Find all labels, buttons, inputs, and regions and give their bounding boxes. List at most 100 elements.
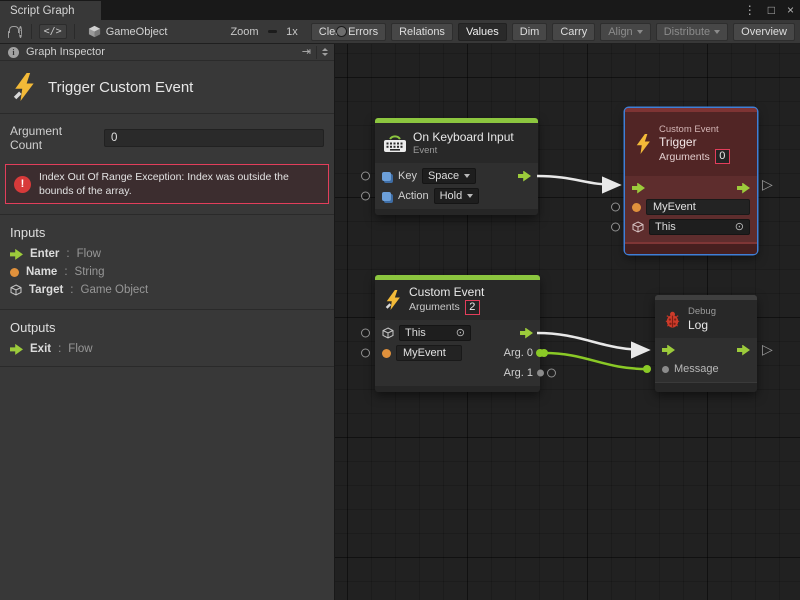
arg0-output-port[interactable] — [536, 349, 544, 357]
zoom-slider[interactable] — [268, 30, 278, 33]
wire-keyboard-to-trigger[interactable] — [537, 176, 618, 185]
message-input-port[interactable] — [662, 366, 669, 373]
node-header[interactable]: Debug Log — [655, 300, 757, 338]
window-menu-icon[interactable]: ⋮ — [744, 4, 756, 16]
node-kind: Debug — [688, 306, 716, 317]
arg1-output-port[interactable] — [537, 370, 544, 377]
tab-script-graph[interactable]: Script Graph — [0, 1, 101, 20]
error-icon: ! — [14, 176, 31, 193]
flow-port-icon — [10, 249, 23, 260]
overview-button[interactable]: Overview — [733, 23, 795, 41]
node-footer — [625, 242, 757, 254]
node-title: Custom Event — [409, 285, 484, 299]
window-controls: ⋮ □ × — [744, 0, 794, 20]
bug-icon — [663, 310, 682, 329]
target-dropdown[interactable]: This ⊙ — [649, 219, 750, 235]
values-button[interactable]: Values — [458, 23, 507, 41]
zoom-label: Zoom — [230, 26, 258, 38]
node-header[interactable]: Custom Event Trigger Arguments 0 — [625, 112, 757, 176]
output-port-exit: Exit : Flow — [0, 340, 334, 358]
flow-input-port[interactable] — [632, 183, 645, 194]
unity-script-graph-window: Script Graph ⋮ □ × i </> GameObject Zoom… — [0, 0, 800, 600]
input-port-circle[interactable] — [611, 203, 620, 212]
inspect-icon[interactable]: i — [19, 26, 22, 38]
chevron-down-icon — [464, 174, 470, 178]
argument-count-label: Argument Count — [10, 124, 96, 152]
event-name-field[interactable]: MyEvent — [646, 199, 750, 215]
zoom-slider-handle[interactable] — [336, 26, 347, 37]
flow-output-port[interactable] — [518, 171, 531, 182]
input-port-enter: Enter : Flow — [0, 245, 334, 263]
flow-row — [655, 341, 757, 359]
action-dropdown[interactable]: Hold — [434, 188, 480, 204]
event-name-row: MyEvent — [625, 197, 757, 217]
node-header[interactable]: On Keyboard Input Event — [375, 123, 538, 163]
target-row: This ⊙ — [375, 323, 540, 343]
arg0-label: Arg. 0 — [504, 347, 533, 359]
dim-button[interactable]: Dim — [512, 23, 548, 41]
string-port-icon — [382, 349, 391, 358]
key-dropdown[interactable]: Space — [422, 168, 476, 184]
custom-event-bolt-icon — [10, 73, 38, 101]
node-kind: Custom Event — [659, 124, 730, 135]
object-picker-icon[interactable]: ⊙ — [456, 328, 465, 339]
object-picker-icon[interactable]: ⊙ — [735, 222, 744, 233]
node-on-keyboard-input[interactable]: On Keyboard Input Event Key Space — [375, 118, 538, 215]
input-port-circle[interactable] — [361, 172, 370, 181]
argument-count-input[interactable] — [104, 129, 324, 147]
maximize-icon[interactable]: □ — [768, 4, 775, 16]
carry-button[interactable]: Carry — [552, 23, 595, 41]
inputs-heading: Inputs — [0, 215, 334, 245]
wire-customevent-to-debug[interactable] — [537, 333, 647, 350]
gameobject-chip[interactable]: GameObject — [82, 23, 174, 41]
node-footer — [655, 382, 757, 392]
wire-arg0-to-message[interactable] — [544, 353, 647, 369]
clear-errors-button[interactable]: Clear Errors — [311, 23, 386, 41]
event-name-arg0-row: MyEvent Arg. 0 — [375, 343, 540, 363]
flow-input-port[interactable] — [662, 345, 675, 356]
action-icon — [382, 192, 391, 201]
distribute-button[interactable]: Distribute — [656, 23, 728, 41]
node-custom-event[interactable]: Custom Event Arguments 2 — [375, 275, 540, 392]
node-footer — [375, 386, 540, 392]
panel-scroll-buttons[interactable] — [316, 46, 328, 59]
arguments-count-badge[interactable]: 2 — [465, 300, 480, 315]
graph-inspector-panel: i Graph Inspector ⇥ Trigger Custom Event… — [0, 44, 335, 600]
chevron-down-icon — [714, 30, 720, 34]
input-port-circle[interactable] — [611, 223, 620, 232]
flow-output-port[interactable] — [737, 183, 750, 194]
input-port-circle[interactable] — [361, 349, 370, 358]
action-port-row: Action Hold — [375, 186, 538, 206]
unit-title: Trigger Custom Event — [48, 79, 193, 96]
relations-button[interactable]: Relations — [391, 23, 453, 41]
close-icon[interactable]: × — [787, 4, 794, 16]
play-indicator-icon: ▷ — [762, 177, 773, 191]
tab-title: Script Graph — [10, 5, 75, 17]
input-port-circle[interactable] — [361, 192, 370, 201]
input-port-circle[interactable] — [361, 329, 370, 338]
lock-icon[interactable] — [8, 31, 9, 38]
input-port-target: Target : Game Object — [0, 281, 334, 299]
graph-canvas[interactable]: On Keyboard Input Event Key Space — [335, 44, 800, 600]
flow-output-port[interactable] — [737, 345, 750, 356]
edit-script-icon[interactable]: </> — [39, 24, 67, 39]
node-trigger-custom-event[interactable]: Custom Event Trigger Arguments 0 — [625, 108, 757, 254]
flow-output-port[interactable] — [520, 328, 533, 339]
target-dropdown[interactable]: This ⊙ — [399, 325, 471, 341]
message-label: Message — [674, 363, 719, 375]
node-header[interactable]: Custom Event Arguments 2 — [375, 280, 540, 320]
keyboard-input-icon — [383, 133, 407, 153]
key-label: Key — [398, 170, 417, 182]
node-title: Log — [688, 318, 716, 332]
error-message-box: ! Index Out Of Range Exception: Index wa… — [5, 164, 329, 204]
arguments-count-badge[interactable]: 0 — [715, 149, 730, 164]
event-name-field[interactable]: MyEvent — [396, 345, 462, 361]
align-button[interactable]: Align — [600, 23, 650, 41]
node-debug-log[interactable]: Debug Log Message — [655, 295, 757, 392]
unconnected-port-circle[interactable] — [547, 369, 556, 378]
selected-unit-header: Trigger Custom Event — [0, 61, 334, 113]
play-indicator-icon: ▷ — [762, 342, 773, 356]
message-row: Message — [655, 359, 757, 379]
dock-panel-icon[interactable]: ⇥ — [302, 47, 311, 58]
graph-inspector-header: i Graph Inspector ⇥ — [0, 44, 334, 61]
